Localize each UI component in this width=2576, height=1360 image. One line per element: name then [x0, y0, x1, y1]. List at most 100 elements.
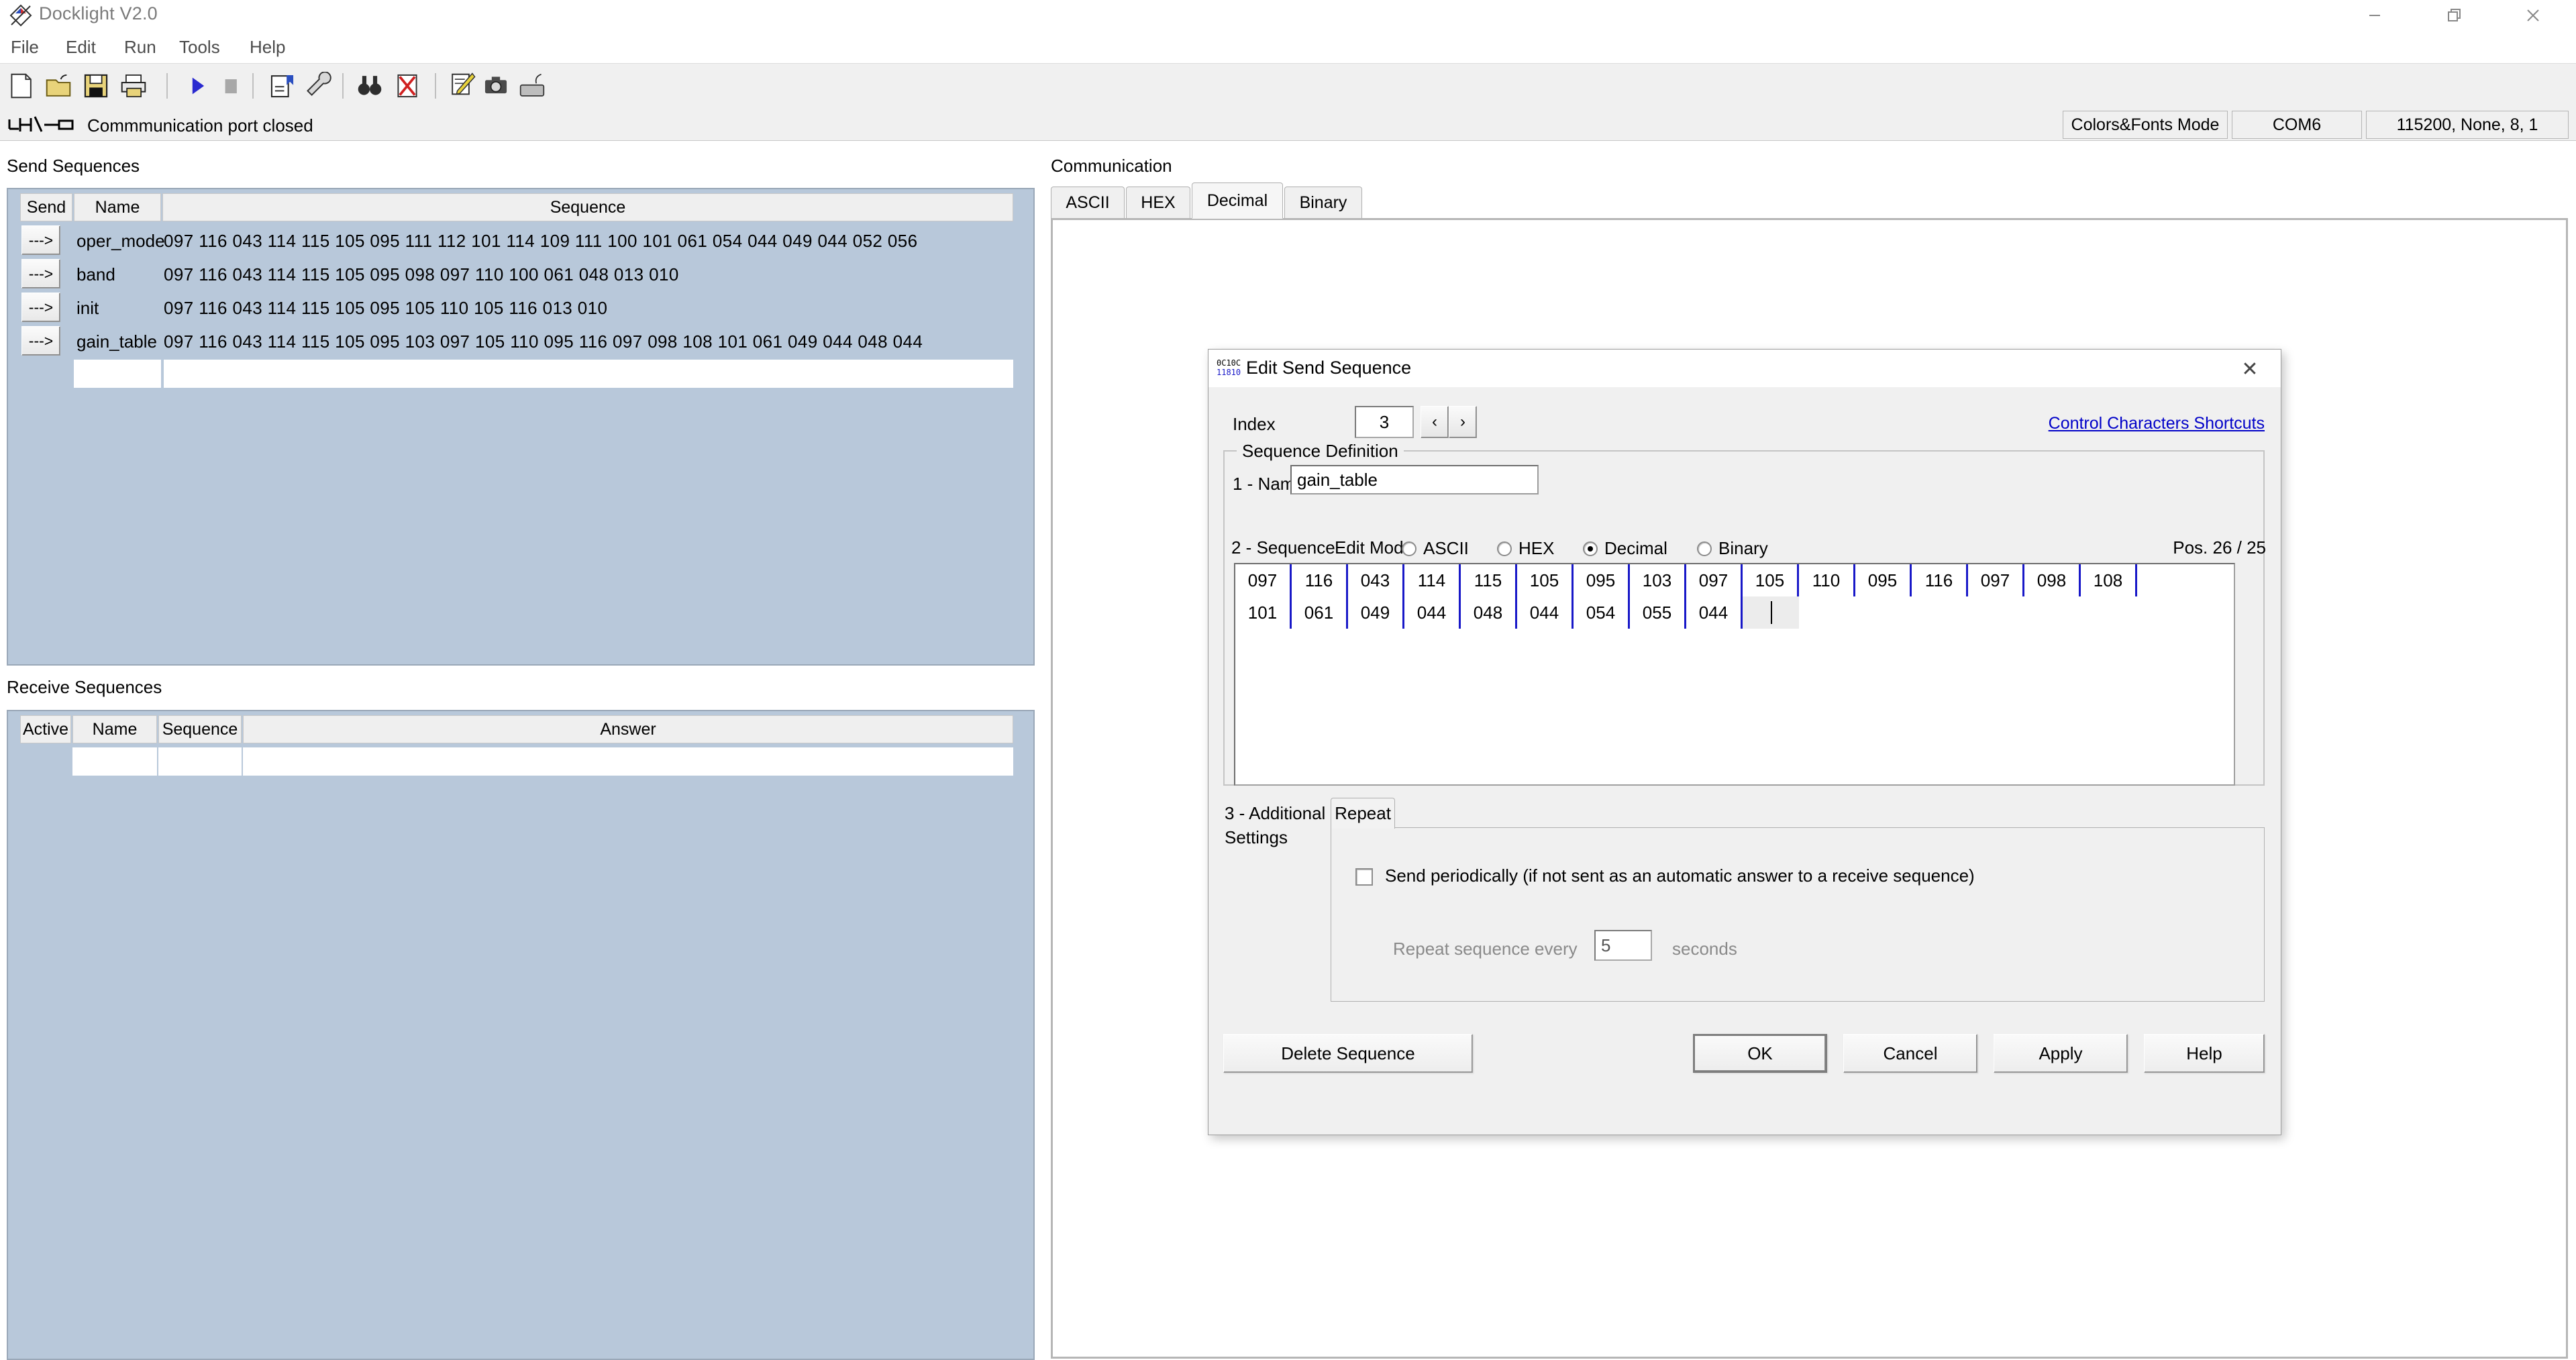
sequence-cell[interactable]: 105: [1743, 564, 1799, 596]
new-row-name-cell[interactable]: [74, 360, 161, 388]
recv-new-name-cell[interactable]: [72, 747, 157, 776]
port-params-cell[interactable]: 115200, None, 8, 1: [2366, 111, 2569, 139]
name-input[interactable]: gain_table: [1290, 465, 1539, 494]
sequence-cell[interactable]: 097: [1968, 564, 2024, 596]
colors-fonts-mode-cell[interactable]: Colors&Fonts Mode: [2063, 111, 2228, 139]
repeat-seconds-input[interactable]: 5: [1594, 930, 1652, 961]
send-periodically-label: Send periodically (if not sent as an aut…: [1385, 866, 1975, 886]
find-binoculars-icon[interactable]: [356, 72, 384, 100]
tab-hex[interactable]: HEX: [1126, 187, 1190, 219]
control-characters-shortcuts-link[interactable]: Control Characters Shortcuts: [2049, 414, 2265, 433]
radio-label: HEX: [1518, 538, 1554, 559]
sequence-cell[interactable]: 101: [1235, 596, 1292, 629]
sequence-cell[interactable]: 055: [1630, 596, 1686, 629]
index-input[interactable]: 3: [1355, 406, 1414, 438]
send-button-row-3[interactable]: --->: [21, 326, 60, 356]
receive-sequences-grid[interactable]: Active Name Sequence Answer: [7, 710, 1035, 1360]
send-header-name[interactable]: Name: [74, 193, 161, 221]
save-disk-icon[interactable]: [82, 72, 110, 100]
sequence-cell[interactable]: 054: [1574, 596, 1630, 629]
project-settings-icon[interactable]: [268, 72, 297, 100]
recv-header-name[interactable]: Name: [72, 715, 157, 743]
close-icon[interactable]: ✕: [2235, 356, 2265, 382]
text-caret[interactable]: [1743, 596, 1799, 629]
sequence-cell[interactable]: 043: [1348, 564, 1404, 596]
sequence-cell[interactable]: 044: [1404, 596, 1461, 629]
menu-run[interactable]: Run: [119, 36, 162, 58]
com-port-cell[interactable]: COM6: [2232, 111, 2362, 139]
send-row-name: oper_mode: [76, 231, 165, 252]
radio-edit-mode-decimal[interactable]: Decimal: [1583, 538, 1667, 559]
dialog-title: Edit Send Sequence: [1246, 358, 1411, 378]
sequence-cell[interactable]: 049: [1348, 596, 1404, 629]
sequence-cell[interactable]: 116: [1292, 564, 1348, 596]
send-header-send[interactable]: Send: [20, 193, 72, 221]
sequence-byte-grid[interactable]: 097 116 043 114 115 105 095 103 097 105 …: [1234, 563, 2235, 786]
sequence-cell[interactable]: 098: [2024, 564, 2081, 596]
sequence-cell[interactable]: 095: [1855, 564, 1912, 596]
send-button-row-1[interactable]: --->: [21, 259, 60, 289]
ok-button[interactable]: OK: [1693, 1034, 1827, 1073]
restore-icon[interactable]: [2414, 0, 2493, 31]
send-periodically-checkbox[interactable]: [1355, 868, 1373, 886]
send-button-row-2[interactable]: --->: [21, 293, 60, 322]
sequence-cell[interactable]: 097: [1686, 564, 1743, 596]
new-file-icon[interactable]: [7, 72, 35, 100]
chevron-right-icon[interactable]: ›: [1449, 406, 1477, 438]
svg-text:0C10C: 0C10C: [1217, 358, 1241, 368]
sequence-cell[interactable]: 048: [1461, 596, 1517, 629]
sequence-cell[interactable]: 044: [1686, 596, 1743, 629]
sequence-cell[interactable]: 114: [1404, 564, 1461, 596]
radio-edit-mode-hex[interactable]: HEX: [1497, 538, 1554, 559]
send-row-name: band: [76, 264, 115, 285]
menu-file[interactable]: File: [5, 36, 44, 58]
tab-decimal[interactable]: Decimal: [1192, 182, 1283, 219]
sequence-cell[interactable]: 061: [1292, 596, 1348, 629]
tab-binary[interactable]: Binary: [1284, 187, 1362, 219]
send-row-name: init: [76, 298, 99, 319]
stop-comm-icon[interactable]: [216, 72, 244, 100]
edit-send-sequence-icon[interactable]: [448, 72, 476, 100]
menu-help[interactable]: Help: [244, 36, 291, 58]
sequence-cell[interactable]: 095: [1574, 564, 1630, 596]
comm-settings-wrench-icon[interactable]: [306, 72, 334, 100]
radio-dot-icon: [1497, 541, 1512, 556]
sequence-cell[interactable]: 103: [1630, 564, 1686, 596]
menu-edit[interactable]: Edit: [60, 36, 101, 58]
sequence-cell[interactable]: 115: [1461, 564, 1517, 596]
recv-header-active[interactable]: Active: [20, 715, 71, 743]
cancel-button[interactable]: Cancel: [1843, 1034, 1977, 1073]
send-header-sequence[interactable]: Sequence: [162, 193, 1013, 221]
close-icon[interactable]: [2493, 0, 2573, 31]
apply-button[interactable]: Apply: [1994, 1034, 2128, 1073]
recv-header-sequence[interactable]: Sequence: [158, 715, 242, 743]
delete-sequence-button[interactable]: Delete Sequence: [1223, 1034, 1473, 1073]
tab-repeat[interactable]: Repeat: [1331, 798, 1395, 829]
sequence-cell[interactable]: 116: [1912, 564, 1968, 596]
sequence-cell[interactable]: 044: [1517, 596, 1574, 629]
radio-edit-mode-binary[interactable]: Binary: [1697, 538, 1768, 559]
minimize-icon[interactable]: [2335, 0, 2414, 31]
keyboard-console-icon[interactable]: [518, 72, 546, 100]
menu-tools[interactable]: Tools: [174, 36, 225, 58]
new-row-sequence-cell[interactable]: [164, 360, 1013, 388]
recv-new-answer-cell[interactable]: [243, 747, 1013, 776]
recv-header-answer[interactable]: Answer: [243, 715, 1013, 743]
print-icon[interactable]: [119, 72, 148, 100]
send-sequences-grid[interactable]: Send Name Sequence ---> oper_mode 097 11…: [7, 188, 1035, 666]
sequence-cell[interactable]: 105: [1517, 564, 1574, 596]
radio-dot-icon: [1583, 541, 1598, 556]
open-folder-icon[interactable]: [44, 72, 72, 100]
tab-ascii[interactable]: ASCII: [1051, 187, 1125, 219]
clear-communication-icon[interactable]: [393, 72, 421, 100]
sequence-cell[interactable]: 108: [2081, 564, 2137, 596]
chevron-left-icon[interactable]: ‹: [1421, 406, 1449, 438]
recv-new-sequence-cell[interactable]: [158, 747, 242, 776]
radio-edit-mode-ascii[interactable]: ASCII: [1402, 538, 1469, 559]
sequence-cell[interactable]: 110: [1799, 564, 1855, 596]
start-comm-icon[interactable]: [183, 72, 211, 100]
snapshot-camera-icon[interactable]: [482, 72, 510, 100]
sequence-cell[interactable]: 097: [1235, 564, 1292, 596]
send-button-row-0[interactable]: --->: [21, 225, 60, 255]
help-button[interactable]: Help: [2144, 1034, 2265, 1073]
